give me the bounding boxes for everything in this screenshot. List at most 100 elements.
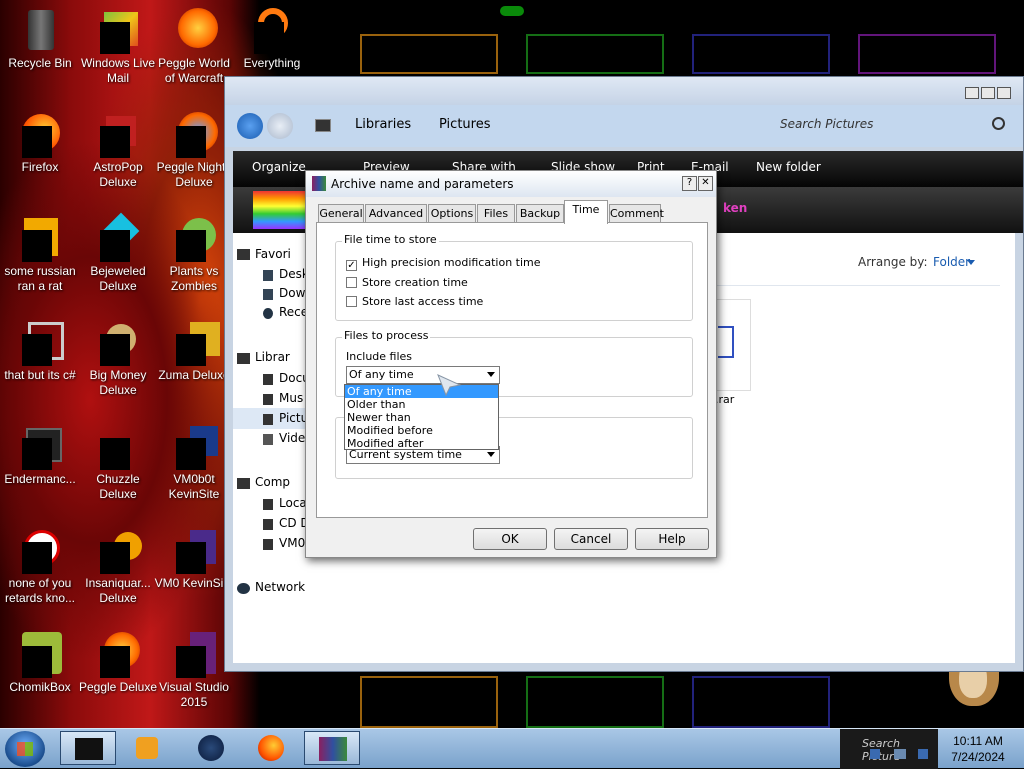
nav-network[interactable]: Network	[255, 580, 305, 594]
dialog-title-bar[interactable]: Archive name and parameters ? ✕	[306, 171, 716, 197]
nav-videos[interactable]: Vide	[279, 431, 305, 445]
close-button[interactable]	[997, 87, 1011, 99]
taskbar-winrar[interactable]	[304, 731, 360, 765]
desktop-icon-label: none of you retards kno...	[4, 576, 76, 605]
monitor-tray-icon[interactable]	[894, 749, 906, 759]
desktop-icon-vm0b0t[interactable]: VM0b0t KevinSite	[154, 424, 234, 502]
option-of-any-time[interactable]: Of any time	[345, 385, 498, 398]
copy-icon	[18, 320, 64, 366]
desktop-icon-label: Everything	[243, 56, 301, 70]
tab-files[interactable]: Files	[477, 204, 515, 222]
arrange-by-dropdown[interactable]: Folder	[933, 255, 970, 269]
nav-downloads[interactable]: Dow	[279, 286, 305, 300]
new-folder-button[interactable]: New folder	[756, 160, 821, 174]
desktop-icon-chomikbox[interactable]: ChomikBox	[0, 632, 80, 695]
nav-music[interactable]: Mus	[279, 391, 303, 405]
nav-favorites[interactable]: Favori	[255, 247, 291, 261]
chevron-down-icon	[967, 260, 975, 265]
breadcrumb-pictures[interactable]: Pictures	[439, 117, 490, 132]
breadcrumb-libraries[interactable]: Libraries	[355, 117, 411, 132]
option-modified-before[interactable]: Modified before	[345, 424, 498, 437]
help-question-button[interactable]: ?	[682, 176, 697, 191]
tab-options[interactable]: Options	[428, 204, 476, 222]
address-bar[interactable]: Libraries Pictures	[307, 111, 757, 139]
desktop-icon-endermanc[interactable]: Endermanc...	[0, 424, 80, 487]
visual-studio-icon	[172, 632, 216, 678]
desktop-icon-russian-rat[interactable]: some russian ran a rat	[0, 216, 80, 294]
taskbar-explorer[interactable]	[60, 731, 116, 765]
banner-image	[253, 191, 305, 229]
explorer-title-bar[interactable]	[225, 77, 1023, 105]
option-newer-than[interactable]: Newer than	[345, 411, 498, 424]
windows-logo-icon	[17, 742, 33, 756]
desktop-icon-insaniquarium[interactable]: Insaniquar... Deluxe	[78, 528, 158, 606]
desktop-icon-recycle-bin[interactable]: Recycle Bin	[0, 8, 80, 71]
network-tray-icon[interactable]	[870, 749, 880, 759]
desktop-icon-chuzzle[interactable]: Chuzzle Deluxe	[78, 424, 158, 502]
tab-advanced[interactable]: Advanced	[365, 204, 427, 222]
high-precision-checkbox[interactable]: ✓ High precision modification time	[346, 256, 541, 271]
nav-libraries[interactable]: Librar	[255, 350, 290, 364]
nav-computer[interactable]: Comp	[255, 475, 290, 489]
nav-pictures[interactable]: Pictu	[279, 411, 308, 425]
peggle-icon	[172, 112, 218, 158]
back-icon[interactable]	[237, 113, 263, 139]
taskbar-media-player[interactable]	[120, 731, 176, 765]
store-creation-time-checkbox[interactable]: Store creation time	[346, 276, 468, 289]
desktop-icon-label: Chuzzle Deluxe	[96, 472, 140, 501]
winrar-icon	[312, 176, 326, 191]
store-last-access-checkbox[interactable]: Store last access time	[346, 295, 483, 308]
ok-button[interactable]: OK	[473, 528, 547, 550]
search-icon	[250, 8, 294, 54]
dialog-close-button[interactable]: ✕	[698, 176, 713, 191]
file-thumbnail[interactable]	[711, 299, 751, 391]
desktop-icon-that-but-its-c[interactable]: that but its c#	[0, 320, 80, 383]
tab-backup[interactable]: Backup	[516, 204, 564, 222]
desktop-icon-peggle-deluxe[interactable]: Peggle Deluxe	[78, 632, 158, 695]
taskbar-clock[interactable]: 10:11 AM 7/24/2024	[938, 733, 1018, 765]
dialog-title: Archive name and parameters	[331, 177, 514, 191]
cancel-button[interactable]: Cancel	[554, 528, 628, 550]
nav-recent[interactable]: Rece	[279, 305, 308, 319]
desktop-icon-everything[interactable]: Everything	[232, 8, 312, 71]
start-button[interactable]	[5, 731, 45, 767]
desktop-icon-label: Insaniquar... Deluxe	[85, 576, 151, 605]
desktop-icon-plants-vs-zombies[interactable]: Plants vs Zombies	[154, 216, 234, 294]
organize-button[interactable]: Organize	[252, 160, 306, 174]
desktop-icon-zuma[interactable]: Zuma Deluxe	[154, 320, 234, 383]
desktop-icon-visual-studio[interactable]: Visual Studio 2015	[154, 632, 234, 710]
desktop-icon-big-money[interactable]: Big Money Deluxe	[78, 320, 158, 398]
volume-tray-icon[interactable]	[918, 749, 928, 759]
peggle-icon	[172, 8, 218, 52]
tab-general[interactable]: General	[318, 204, 364, 222]
maximize-button[interactable]	[981, 87, 995, 99]
nav-local-disk[interactable]: Loca	[279, 496, 307, 510]
mouse-cursor	[437, 374, 462, 397]
search-input[interactable]: Search Pictures	[770, 111, 1015, 137]
minimize-button[interactable]	[965, 87, 979, 99]
help-button[interactable]: Help	[635, 528, 709, 550]
chevron-down-icon	[487, 372, 495, 377]
file-name[interactable]: .rar	[715, 393, 734, 406]
wallpaper-tile	[858, 34, 996, 74]
tab-time[interactable]: Time	[564, 200, 608, 224]
tab-comment[interactable]: Comment	[609, 204, 664, 222]
desktop-icon-bejeweled[interactable]: Bejeweled Deluxe	[78, 212, 158, 294]
desktop-icon-peggle-nights[interactable]: Peggle Nights Deluxe	[154, 112, 234, 190]
desktop-icon-astropop[interactable]: AstroPop Deluxe	[78, 112, 158, 190]
file-time-legend: File time to store	[342, 233, 439, 246]
desktop-icon-none-of-you[interactable]: none of you retards kno...	[0, 528, 80, 606]
desktop-icon-vm0-kevinsite[interactable]: VM0 KevinSi...	[154, 528, 234, 591]
option-older-than[interactable]: Older than	[345, 398, 498, 411]
desktop-icon-firefox[interactable]: Firefox	[0, 112, 80, 175]
nav-vm0[interactable]: VM0	[279, 536, 305, 550]
desktop-icon-windows-live-mail[interactable]: Windows Live Mail	[78, 8, 158, 86]
chevron-down-icon	[487, 452, 495, 457]
desktop-icon-peggle-wow[interactable]: Peggle World of Warcraft	[154, 8, 234, 86]
desktop-icon-label: Big Money Deluxe	[89, 368, 147, 397]
include-files-select[interactable]: Of any time	[346, 366, 500, 384]
forward-icon[interactable]	[267, 113, 293, 139]
taskbar-app[interactable]	[184, 731, 240, 765]
option-modified-after[interactable]: Modified after	[345, 437, 498, 450]
taskbar-firefox[interactable]	[244, 731, 300, 765]
